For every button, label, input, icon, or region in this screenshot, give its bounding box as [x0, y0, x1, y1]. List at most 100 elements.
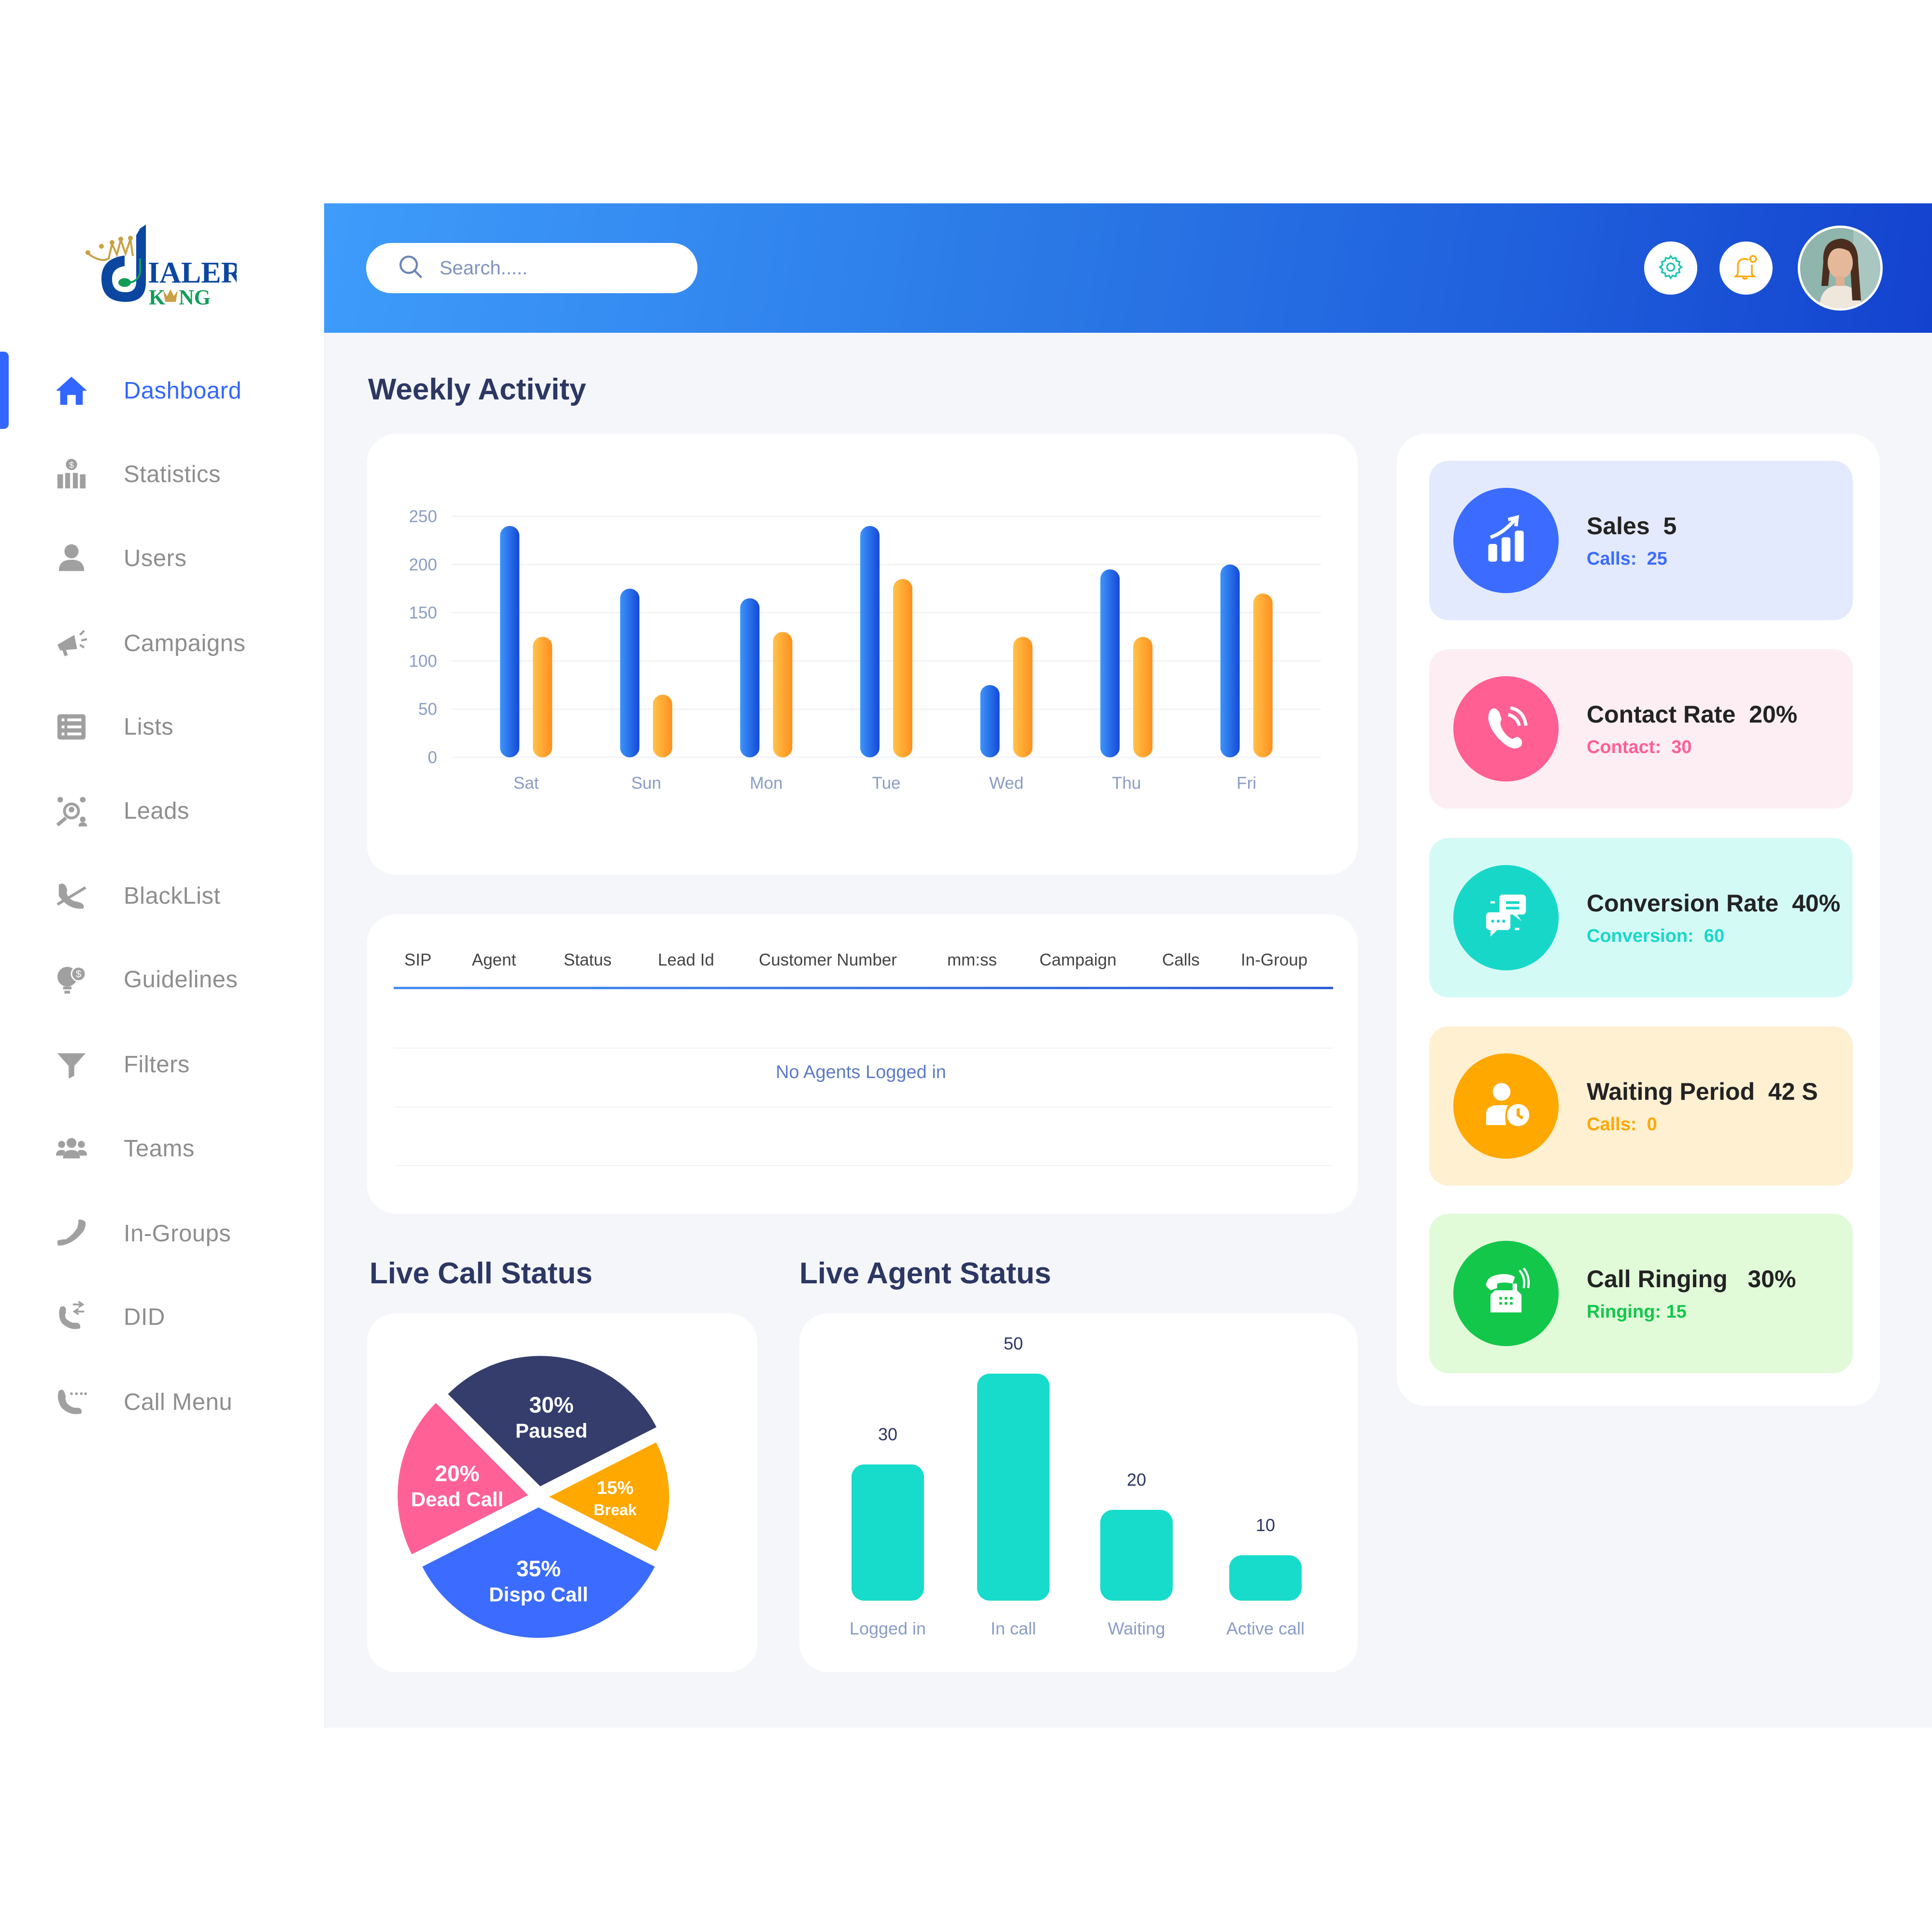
user-clock-icon: [1479, 1079, 1533, 1134]
column-header-calls[interactable]: Calls: [1162, 951, 1200, 970]
stat-title: Waiting Period 42 S: [1587, 1078, 1818, 1105]
search-input[interactable]: [440, 257, 681, 279]
active-nav-indicator: [0, 352, 9, 429]
bar-sun-series-2[interactable]: [653, 695, 672, 757]
stat-card-call-ringing[interactable]: Call Ringing 30% Ringing: 15: [1429, 1214, 1853, 1373]
logo-word-k: K: [149, 285, 165, 307]
main-content: Weekly Activity 0 50 100 150 200 250 Sat Sun Mon…: [324, 333, 1932, 1728]
bar-mon-series-1[interactable]: [740, 598, 760, 757]
bar-fri-series-2[interactable]: [1253, 593, 1273, 757]
sidebar-item-lists[interactable]: Lists: [48, 700, 299, 753]
column-header-status[interactable]: Status: [564, 951, 611, 970]
y-tick-label: 100: [409, 652, 437, 670]
table-row-divider: [394, 1048, 1333, 1049]
stat-icon-circle: [1453, 1053, 1559, 1159]
filter-icon: [48, 1041, 95, 1088]
pie-percent-label: 20%: [435, 1461, 480, 1486]
sidebar-item-leads[interactable]: Leads: [48, 784, 299, 838]
stat-title: Call Ringing 30%: [1587, 1265, 1796, 1293]
notifications-button[interactable]: [1719, 242, 1773, 295]
agent-bar-in-call[interactable]: [977, 1374, 1050, 1601]
x-tick-label: Active call: [1226, 1619, 1305, 1638]
list-icon: [48, 704, 95, 750]
search-icon: [397, 253, 425, 284]
table-row-divider: [394, 1165, 1333, 1166]
agents-table-card: SIP Agent Status Lead Id Customer Number…: [367, 914, 1358, 1214]
stat-subtitle: Calls: 0: [1587, 1114, 1657, 1135]
sidebar-item-label: Dashboard: [124, 378, 242, 404]
x-tick-label: In call: [991, 1619, 1036, 1638]
agent-bar-waiting[interactable]: [1100, 1510, 1173, 1601]
sidebar-item-label: Lists: [124, 714, 174, 740]
pie-category-label: Dead Call: [411, 1488, 503, 1510]
column-header-agent[interactable]: Agent: [472, 951, 516, 970]
x-tick-label: Logged in: [850, 1619, 926, 1638]
stats-panel: Sales 5 Calls: 25 Contact Rate 20% Conta…: [1397, 434, 1880, 1406]
stat-icon-circle: [1453, 676, 1559, 781]
table-header-rule: [394, 987, 1333, 989]
stat-card-sales[interactable]: Sales 5 Calls: 25: [1429, 461, 1853, 620]
weekly-activity-title: Weekly Activity: [368, 373, 586, 406]
sidebar-item-did[interactable]: DID: [48, 1291, 299, 1344]
bar-sat-series-1[interactable]: [500, 526, 520, 757]
sidebar-item-label: Filters: [124, 1051, 190, 1078]
bar-thu-series-1[interactable]: [1100, 569, 1120, 757]
sidebar-item-campaigns[interactable]: Campaigns: [48, 617, 299, 670]
x-tick-label: Tue: [872, 774, 900, 793]
y-tick-label: 0: [428, 748, 437, 767]
bar-thu-series-2[interactable]: [1133, 637, 1153, 758]
user-avatar[interactable]: [1798, 226, 1883, 311]
bar-sat-series-2[interactable]: [533, 637, 553, 758]
bar-wed-series-2[interactable]: [1013, 637, 1033, 758]
x-tick-label: Mon: [750, 774, 782, 793]
column-header-mmss[interactable]: mm:ss: [947, 951, 997, 970]
sidebar-item-label: Leads: [124, 798, 190, 824]
logo-graphic: IALER K NG: [85, 225, 243, 309]
x-tick-label: Fri: [1236, 774, 1256, 793]
settings-button[interactable]: [1644, 242, 1697, 295]
stat-title: Conversion Rate 40%: [1587, 889, 1841, 917]
stat-card-waiting-period[interactable]: Waiting Period 42 S Calls: 0: [1429, 1026, 1853, 1186]
bar-wed-series-1[interactable]: [980, 685, 1000, 757]
bar-sun-series-1[interactable]: [620, 588, 639, 757]
sidebar-item-blacklist[interactable]: BlackList: [48, 869, 299, 923]
leads-icon: [48, 788, 95, 834]
sidebar-item-guidelines[interactable]: $ Guidelines: [48, 953, 299, 1006]
bar-tue-series-1[interactable]: [860, 526, 880, 757]
stat-card-conversion-rate[interactable]: Conversion Rate 40% Conversion: 60: [1429, 838, 1853, 997]
gear-icon: [1657, 253, 1685, 284]
column-header-sip[interactable]: SIP: [404, 951, 431, 970]
x-tick-label: Waiting: [1108, 1619, 1165, 1638]
sidebar-item-label: Call Menu: [124, 1389, 233, 1415]
stat-card-contact-rate[interactable]: Contact Rate 20% Contact: 30: [1429, 649, 1853, 809]
chat-bubbles-icon: [1479, 890, 1533, 946]
sidebar-item-statistics[interactable]: $ Statistics: [48, 448, 299, 501]
sidebar-item-call-menu[interactable]: Call Menu: [48, 1376, 299, 1429]
stat-subtitle: Contact: 30: [1587, 737, 1692, 757]
y-tick-label: 50: [418, 700, 437, 719]
search-bar[interactable]: [366, 243, 697, 293]
stat-icon-circle: [1453, 1241, 1559, 1346]
sidebar-item-dashboard[interactable]: Dashboard: [48, 364, 299, 417]
sidebar-item-in-groups[interactable]: In-Groups: [48, 1207, 299, 1260]
column-header-lead-id[interactable]: Lead Id: [658, 951, 714, 970]
bar-fri-series-1[interactable]: [1220, 564, 1240, 757]
sidebar-item-label: DID: [124, 1304, 165, 1330]
column-header-in-group[interactable]: In-Group: [1241, 951, 1307, 970]
sidebar-item-users[interactable]: Users: [48, 532, 299, 585]
crown-icon: [85, 236, 134, 261]
stat-subtitle: Ringing: 15: [1587, 1301, 1687, 1322]
bar-tue-series-2[interactable]: [893, 579, 912, 757]
phone-menu-icon: [48, 1379, 95, 1425]
table-header: SIP Agent Status Lead Id Customer Number…: [394, 934, 1331, 987]
column-header-customer-number[interactable]: Customer Number: [759, 951, 897, 970]
lightbulb-dollar-icon: $: [48, 956, 95, 1003]
sidebar-item-filters[interactable]: Filters: [48, 1038, 299, 1091]
sidebar-item-label: In-Groups: [124, 1221, 231, 1247]
agent-bar-active-call[interactable]: [1229, 1555, 1302, 1601]
sidebar-item-teams[interactable]: Teams: [48, 1122, 299, 1175]
column-header-campaign[interactable]: Campaign: [1039, 951, 1117, 970]
bar-mon-series-2[interactable]: [773, 632, 793, 757]
dialer-king-logo[interactable]: IALER K NG: [82, 225, 243, 309]
agent-bar-logged-in[interactable]: [852, 1464, 924, 1601]
